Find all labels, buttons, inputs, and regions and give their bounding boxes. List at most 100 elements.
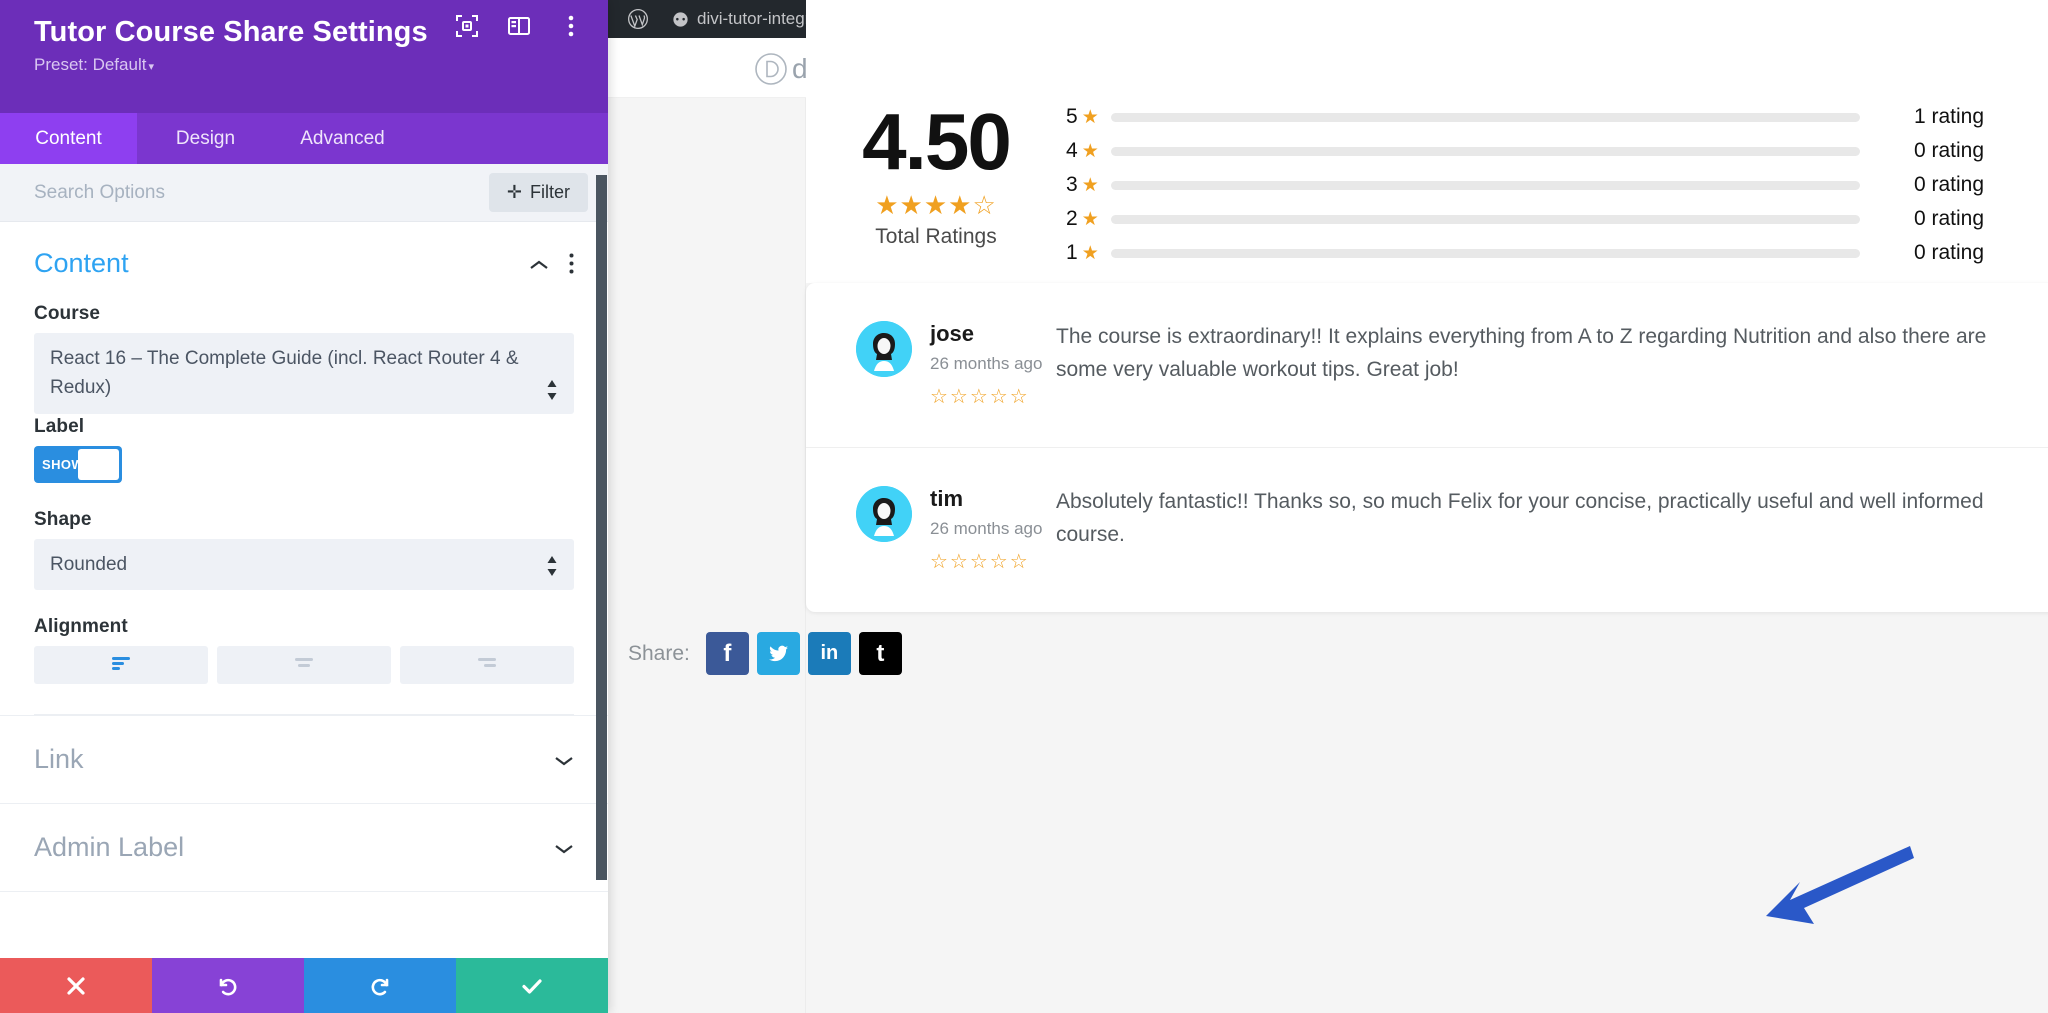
share-label: Share: [628, 641, 690, 665]
ratings-summary: 4.50 ★★★★☆ Total Ratings 5 ★ 1 rating 4 ★ [806, 0, 2048, 283]
rating-bar-count: 1 rating [1913, 105, 1984, 128]
review-timestamp: 26 months ago [930, 519, 1043, 538]
review-timestamp: 26 months ago [930, 354, 1043, 373]
rating-bar-track [1110, 180, 1860, 190]
reviewer-name: jose [930, 321, 975, 346]
rating-bar-track [1110, 146, 1860, 156]
rating-bar-stars: 3 [1066, 173, 1078, 196]
content-section-header[interactable]: Content [34, 222, 574, 285]
save-button[interactable] [456, 958, 608, 1013]
rating-bar-count: 0 rating [1913, 173, 1984, 196]
close-icon [67, 976, 85, 995]
rating-bar-row: 3 ★ 0 rating [1066, 168, 1984, 202]
align-left-button[interactable] [34, 646, 208, 685]
link-section-title: Link [34, 744, 84, 775]
course-field: Course React 16 – The Complete Guide (in… [34, 303, 574, 414]
rating-bar-row: 5 ★ 1 rating [1066, 100, 1984, 134]
rating-bar-count: 0 rating [1913, 139, 1984, 162]
chevron-down-icon[interactable] [554, 842, 574, 854]
shape-select[interactable]: Rounded [34, 538, 574, 591]
rating-score-value: 4.50 [862, 97, 1012, 186]
twitter-share-button[interactable] [756, 632, 800, 675]
admin-label-section[interactable]: Admin Label [0, 803, 608, 891]
page-canvas: 4.50 ★★★★☆ Total Ratings 5 ★ 1 rating 4 ★ [608, 0, 2048, 1013]
canvas-left-gutter [608, 98, 806, 1013]
review-text: Absolutely fantastic!! Thanks so, so muc… [1056, 490, 1984, 546]
review-stars: ☆☆☆☆☆ [930, 386, 1030, 408]
layout-panel-icon[interactable] [506, 13, 532, 39]
align-left-icon [110, 655, 132, 676]
rating-bar-count: 0 rating [1913, 241, 1984, 264]
align-center-button[interactable] [217, 646, 391, 685]
rating-score-stars: ★★★★☆ [875, 190, 997, 220]
tumblr-icon: t [876, 639, 885, 667]
align-right-button[interactable] [400, 646, 574, 685]
select-spinner-icon [546, 379, 558, 401]
divi-logo-icon [755, 53, 787, 85]
panel-header-actions [454, 13, 584, 39]
settings-panel-body: Content Course React 16 – The Complete G… [0, 222, 608, 958]
star-icon: ★ [1081, 174, 1099, 196]
settings-panel-footer [0, 958, 608, 1013]
reviews-card: jose 26 months ago ☆☆☆☆☆ The course is e… [806, 283, 2048, 612]
show-label-toggle[interactable]: SHOW [34, 445, 122, 483]
avatar [856, 321, 912, 377]
browser-viewport: divi-tutor-integration 4 0 New Edit [608, 0, 2048, 1013]
avatar [856, 486, 912, 542]
annotation-arrow-icon [1766, 846, 1914, 924]
rating-bar-track [1110, 248, 1860, 258]
rating-bar-stars: 4 [1066, 139, 1078, 162]
chevron-up-icon[interactable] [529, 258, 549, 270]
reviewer-name: tim [930, 486, 963, 511]
search-bar: ✛ Filter [0, 164, 608, 222]
course-select-value: React 16 – The Complete Guide (incl. Rea… [50, 348, 519, 399]
plus-icon: ✛ [506, 182, 522, 202]
tab-advanced[interactable]: Advanced [274, 113, 411, 164]
chevron-down-icon[interactable] [554, 754, 574, 766]
check-icon [522, 978, 542, 994]
linkedin-share-button[interactable]: in [807, 632, 851, 675]
section-more-icon[interactable] [569, 253, 574, 274]
toggle-knob [78, 448, 119, 480]
settings-panel-header: Tutor Course Share Settings Preset: Defa… [0, 0, 608, 113]
total-ratings-label: Total Ratings [875, 225, 997, 248]
label-toggle-field: Label SHOW [34, 416, 574, 483]
tab-content[interactable]: Content [0, 113, 137, 164]
search-input[interactable] [34, 181, 479, 204]
overall-rating: 4.50 ★★★★☆ Total Ratings [806, 98, 1066, 249]
preset-label: Preset: Default [34, 55, 147, 75]
star-icon: ★ [1081, 242, 1099, 264]
tumblr-share-button[interactable]: t [858, 632, 902, 675]
review-item: jose 26 months ago ☆☆☆☆☆ The course is e… [806, 283, 2048, 447]
fullscreen-icon[interactable] [454, 13, 480, 39]
star-icon: ★ [1081, 208, 1099, 230]
link-section[interactable]: Link [0, 715, 608, 803]
more-vertical-icon[interactable] [558, 13, 584, 39]
tab-design[interactable]: Design [137, 113, 274, 164]
preset-selector[interactable]: Preset: Default ▾ [34, 55, 582, 75]
facebook-icon: f [723, 639, 732, 667]
twitter-bird-icon [768, 645, 788, 662]
alignment-field: Alignment [34, 616, 574, 685]
align-right-icon [476, 655, 498, 676]
redo-button[interactable] [304, 958, 456, 1013]
shape-field: Shape Rounded [34, 509, 574, 591]
content-section-title: Content [34, 248, 129, 278]
chevron-down-icon: ▾ [148, 61, 154, 74]
undo-icon [219, 978, 237, 995]
redo-icon [371, 978, 389, 995]
rating-bar-stars: 2 [1066, 207, 1078, 230]
facebook-share-button[interactable]: f [705, 632, 749, 675]
rating-bar-count: 0 rating [1913, 207, 1984, 230]
alignment-field-label: Alignment [34, 616, 128, 638]
filter-button[interactable]: ✛ Filter [488, 173, 588, 212]
review-item: tim 26 months ago ☆☆☆☆☆ Absolutely fanta… [806, 447, 2048, 612]
admin-label-section-title: Admin Label [34, 832, 185, 863]
undo-button[interactable] [152, 958, 304, 1013]
wordpress-logo-button[interactable] [616, 0, 660, 38]
rating-bar-track [1110, 214, 1860, 224]
shape-select-value: Rounded [50, 553, 128, 575]
cancel-button[interactable] [0, 958, 152, 1013]
panel-scrollbar[interactable] [596, 175, 607, 880]
course-select[interactable]: React 16 – The Complete Guide (incl. Rea… [34, 333, 574, 414]
